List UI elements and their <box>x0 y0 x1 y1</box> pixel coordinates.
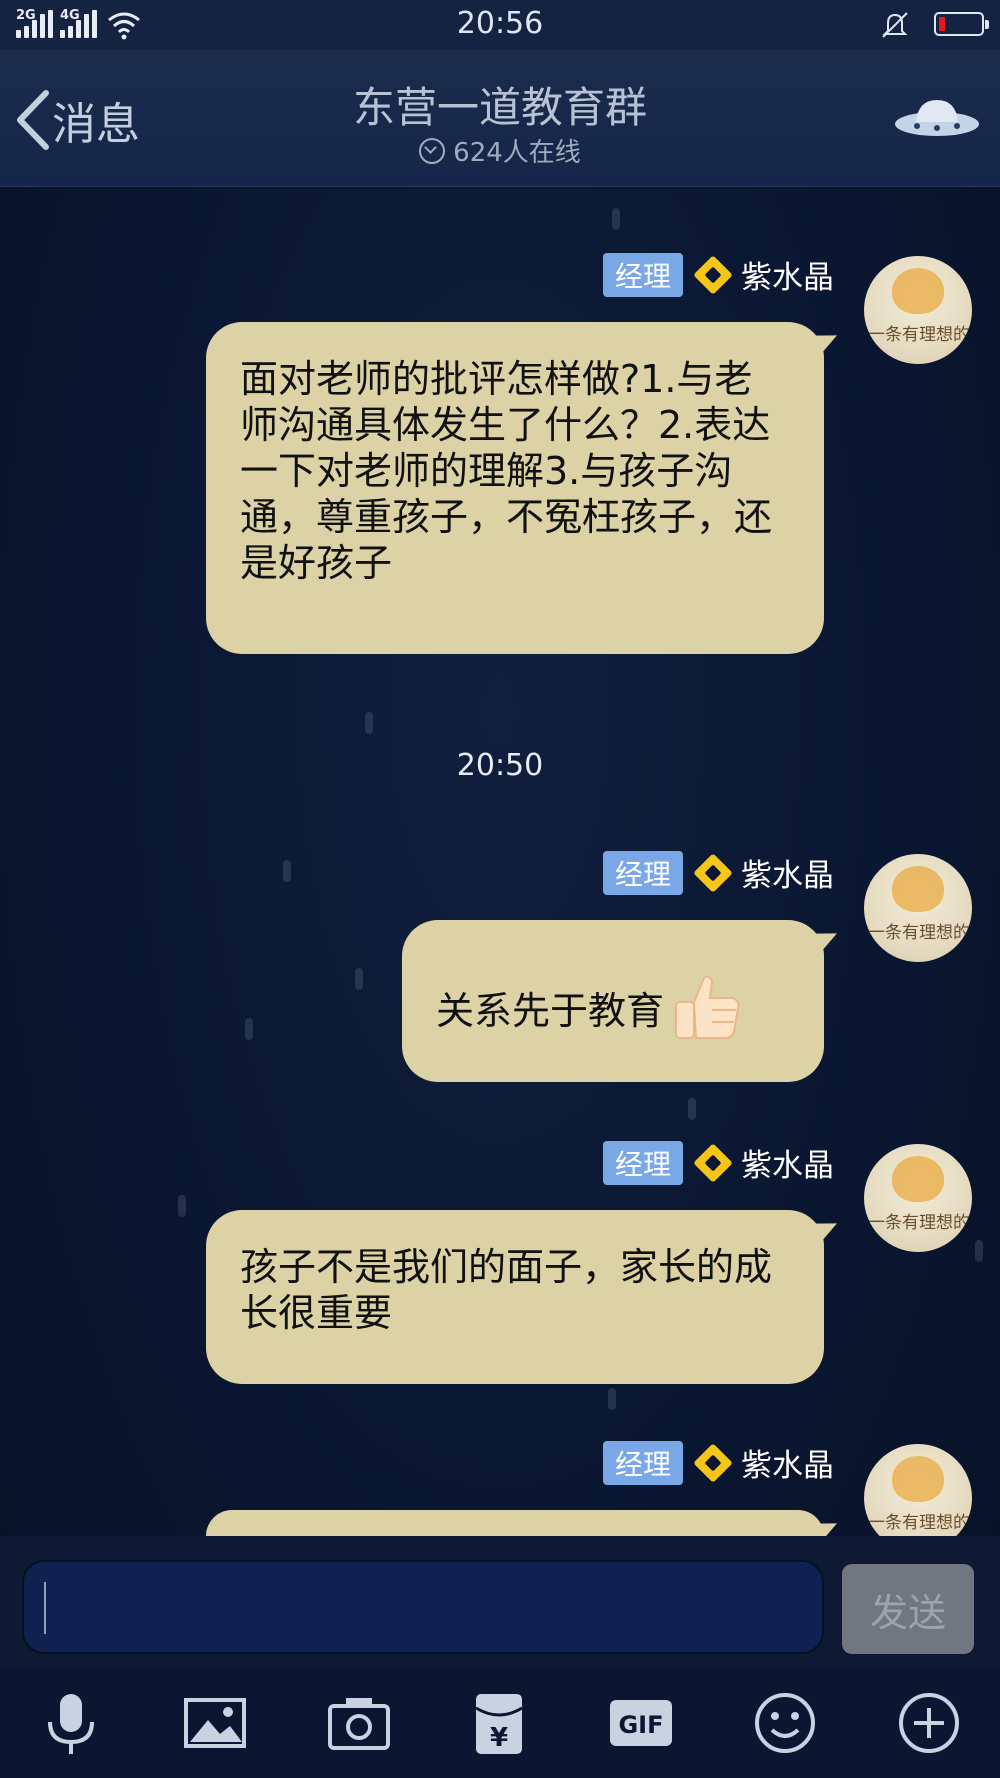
status-time: 20:56 <box>456 6 544 41</box>
yuan-symbol: ¥ <box>490 1723 508 1753</box>
role-badge: 经理 <box>602 252 683 297</box>
sender-meta: 经理 紫水晶 <box>602 1440 834 1485</box>
message-text: 关系先于教育 <box>436 989 665 1033</box>
battery-icon <box>934 12 989 36</box>
chevron-circle-icon <box>419 138 446 164</box>
avatar-caption: 一条有理想的咸鱼 <box>868 1513 972 1533</box>
diamond-icon <box>693 1442 733 1483</box>
avatar[interactable]: 一条有理想的咸鱼 <box>864 854 972 962</box>
avatar[interactable]: 一条有理想的咸鱼 <box>864 1144 972 1252</box>
background-star <box>283 860 291 882</box>
plus-icon[interactable] <box>894 1688 964 1758</box>
timestamp-divider: 20:50 <box>456 748 544 783</box>
message-bubble[interactable]: 面对老师的批评怎样做?1.与老师沟通具体发生了什么？2.表达一下对老师的理解3.… <box>206 322 824 654</box>
role-badge: 经理 <box>602 1140 683 1185</box>
background-star <box>688 1098 696 1120</box>
camera-icon[interactable] <box>324 1688 394 1758</box>
input-bar: 发送 <box>0 1536 1000 1666</box>
emoji-icon[interactable] <box>750 1688 820 1758</box>
gif-label: GIF <box>618 1711 663 1739</box>
diamond-icon <box>693 254 733 295</box>
chat-header: 消息 东营一道教育群 624人在线 <box>0 50 1000 187</box>
background-star <box>608 1388 616 1410</box>
cat-icon <box>892 866 944 912</box>
sender-name[interactable]: 紫水晶 <box>741 850 834 895</box>
thumbs-up-icon <box>675 975 740 1039</box>
online-count-text: 624人在线 <box>453 138 581 168</box>
message-input[interactable] <box>22 1560 824 1654</box>
sender-meta: 经理 紫水晶 <box>602 252 834 297</box>
role-badge: 经理 <box>602 1440 683 1485</box>
message-bubble[interactable]: 孩子不是我们的面子，家长的成长很重要 <box>206 1210 824 1384</box>
background-star <box>365 712 373 734</box>
background-star <box>975 1240 983 1262</box>
avatar-caption: 一条有理想的咸鱼 <box>868 325 972 345</box>
background-star <box>355 968 363 990</box>
sender-name[interactable]: 紫水晶 <box>741 252 834 297</box>
role-badge: 经理 <box>602 850 683 895</box>
cat-icon <box>892 1456 944 1502</box>
background-star <box>245 1018 253 1040</box>
sender-name[interactable]: 紫水晶 <box>741 1140 834 1185</box>
message-bubble[interactable]: 关系先于教育 <box>402 920 824 1082</box>
diamond-icon <box>693 1142 733 1183</box>
avatar-caption: 一条有理想的咸鱼 <box>868 1213 972 1233</box>
cat-icon <box>892 268 944 314</box>
mute-bell-icon <box>882 12 908 38</box>
input-toolbar: ¥ GIF <box>0 1666 1000 1778</box>
sender-name[interactable]: 紫水晶 <box>741 1440 834 1485</box>
cat-icon <box>892 1156 944 1202</box>
message-bubble[interactable] <box>206 1510 824 1536</box>
sender-meta: 经理 紫水晶 <box>602 850 834 895</box>
avatar-caption: 一条有理想的咸鱼 <box>868 923 972 943</box>
red-packet-icon[interactable]: ¥ <box>464 1688 534 1758</box>
diamond-icon <box>693 852 733 893</box>
background-star <box>178 1195 186 1217</box>
group-title[interactable]: 东营一道教育群 <box>0 74 1000 135</box>
online-count[interactable]: 624人在线 <box>0 132 1000 169</box>
microphone-icon[interactable] <box>36 1688 106 1758</box>
sender-meta: 经理 紫水晶 <box>602 1140 834 1185</box>
image-icon[interactable] <box>180 1688 250 1758</box>
ufo-icon[interactable] <box>892 88 982 148</box>
send-button[interactable]: 发送 <box>842 1564 974 1654</box>
status-bar: 2G 4G 20:56 <box>0 0 1000 50</box>
avatar[interactable]: 一条有理想的咸鱼 <box>864 256 972 364</box>
gif-icon[interactable]: GIF <box>606 1688 676 1758</box>
background-star <box>612 208 620 230</box>
